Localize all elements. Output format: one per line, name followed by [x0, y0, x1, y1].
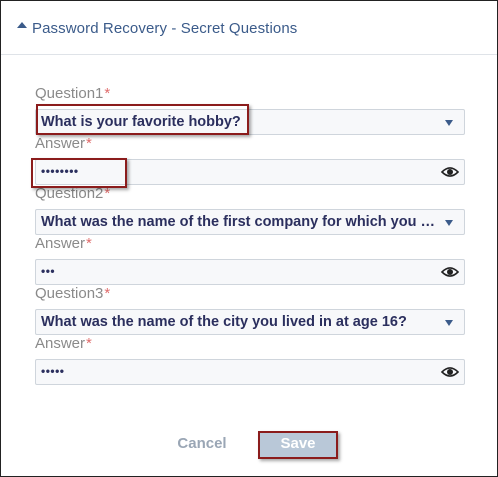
eye-icon[interactable]	[441, 265, 459, 279]
eye-icon[interactable]	[441, 165, 459, 179]
cancel-button[interactable]: Cancel	[171, 431, 233, 457]
answer1-masked-value: ••••••••	[41, 164, 79, 178]
panel-header[interactable]: Password Recovery - Secret Questions	[1, 1, 497, 55]
question1-select[interactable]: What is your favorite hobby?	[35, 109, 465, 135]
question2-label: Question2*	[35, 185, 111, 202]
required-mark: *	[104, 285, 111, 302]
caret-up-icon[interactable]	[17, 22, 27, 28]
question1-label: Question1*	[35, 85, 111, 102]
question3-selected-value: What was the name of the city you lived …	[41, 314, 407, 330]
answer1-password-field[interactable]: ••••••••	[35, 159, 465, 185]
chevron-down-icon[interactable]	[445, 220, 453, 226]
answer3-masked-value: •••••	[41, 364, 65, 378]
eye-icon[interactable]	[441, 365, 459, 379]
chevron-down-icon[interactable]	[445, 320, 453, 326]
required-mark: *	[104, 185, 111, 202]
panel-title: Password Recovery - Secret Questions	[32, 20, 298, 37]
question2-selected-value: What was the name of the first company f…	[41, 214, 435, 230]
answer2-masked-value: •••	[41, 264, 56, 278]
question3-label: Question3*	[35, 285, 111, 302]
required-mark: *	[86, 135, 92, 152]
answer3-password-field[interactable]: •••••	[35, 359, 465, 385]
required-mark: *	[86, 235, 92, 252]
answer2-password-field[interactable]: •••	[35, 259, 465, 285]
required-mark: *	[86, 335, 92, 352]
recovery-panel: Password Recovery - Secret Questions Que…	[0, 0, 498, 477]
question1-selected-value: What is your favorite hobby?	[41, 114, 241, 130]
answer3-label: Answer*	[35, 335, 92, 352]
answer1-label: Answer*	[35, 135, 92, 152]
chevron-down-icon[interactable]	[445, 120, 453, 126]
question3-select[interactable]: What was the name of the city you lived …	[35, 309, 465, 335]
answer2-label: Answer*	[35, 235, 92, 252]
required-mark: *	[104, 85, 111, 102]
save-button[interactable]: Save	[260, 432, 336, 458]
question2-select[interactable]: What was the name of the first company f…	[35, 209, 465, 235]
